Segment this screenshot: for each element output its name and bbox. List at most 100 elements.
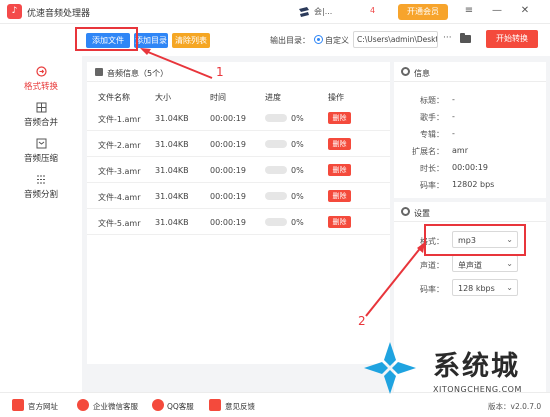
progress-bar (265, 114, 287, 122)
file-time-cell: 00:00:19 (210, 114, 246, 123)
output-path-input[interactable] (353, 31, 438, 48)
audio-merge-icon (36, 102, 47, 113)
info-key-artist: 歌手： (420, 113, 444, 122)
image-icon (95, 68, 103, 76)
info-header: 信息 (394, 62, 546, 82)
table-row[interactable]: 文件-2.amr 31.04KB 00:00:19 0% 删除 (87, 132, 390, 157)
column-header-name: 文件名称 (98, 93, 130, 102)
minimize-icon[interactable]: — (490, 4, 504, 18)
annotation-number-1: 1 (216, 65, 224, 79)
file-list-panel: 音频信息（5个） 文件名称 大小 时间 进度 操作 文件-1.amr 31.04K… (87, 62, 390, 364)
title-bar: ♪ 优速音频处理器 会|... 4 开通会员 ≡ — ✕ (0, 0, 550, 24)
sidebar-item-audio-split[interactable]: 音频分割 (0, 174, 82, 210)
menu-icon[interactable]: ≡ (462, 4, 476, 18)
more-icon[interactable]: ··· (443, 33, 452, 43)
delete-button[interactable]: 删除 (328, 138, 351, 150)
file-time-cell: 00:00:19 (210, 166, 246, 175)
wechat-icon (77, 399, 89, 411)
feedback-icon (209, 399, 221, 411)
sidebar-item-audio-compress[interactable]: 音频压缩 (0, 138, 82, 174)
table-row[interactable]: 文件-3.amr 31.04KB 00:00:19 0% 删除 (87, 158, 390, 183)
file-panel-title: 音频信息（5个） (107, 69, 169, 78)
clear-list-button[interactable]: 清除列表 (172, 33, 210, 48)
sidebar-item-audio-merge[interactable]: 音频合并 (0, 102, 82, 138)
info-panel: 信息 标题： - 歌手： - 专辑： - 扩展名： amr 时长： 00:00:… (394, 62, 546, 198)
level-badge: 4 (370, 6, 375, 15)
progress-percent-cell: 0% (291, 140, 304, 149)
user-name[interactable]: 会|... (314, 6, 332, 17)
channel-label: 声道： (420, 261, 444, 270)
info-value-duration: 00:00:19 (452, 163, 488, 172)
file-name-cell: 文件-5.amr (98, 219, 141, 228)
info-value-bitrate: 12802 bps (452, 180, 495, 189)
file-name-cell: 文件-4.amr (98, 193, 141, 202)
info-key-bitrate: 码率： (420, 181, 444, 190)
info-value-artist: - (452, 112, 455, 121)
progress-percent-cell: 0% (291, 192, 304, 201)
file-name-cell: 文件-3.amr (98, 167, 141, 176)
info-key-title: 标题： (420, 96, 444, 105)
website-icon (12, 399, 24, 411)
info-key-extension: 扩展名： (412, 147, 444, 156)
vip-button[interactable]: 开通会员 (398, 4, 448, 20)
column-header-time: 时间 (210, 93, 226, 102)
progress-bar (265, 140, 287, 148)
sidebar-item-label: 音频压缩 (23, 154, 58, 164)
info-key-album: 专辑： (420, 130, 444, 139)
footer-wechat-link[interactable]: 企业微信客服 (93, 401, 138, 412)
progress-percent-cell: 0% (291, 114, 304, 123)
delete-button[interactable]: 删除 (328, 190, 351, 202)
footer-qq-link[interactable]: QQ客服 (167, 401, 194, 412)
watermark-subtext: XITONGCHENG.COM (433, 385, 522, 394)
sidebar: 格式转换 音频合并 音频压缩 音频分割 (0, 56, 82, 392)
file-time-cell: 00:00:19 (210, 192, 246, 201)
file-size-cell: 31.04KB (155, 192, 189, 201)
output-dir-label: 输出目录： (270, 36, 310, 45)
start-convert-button[interactable]: 开始转换 (486, 30, 538, 48)
watermark-logo-icon (364, 342, 416, 394)
column-header-progress: 进度 (265, 93, 281, 102)
sidebar-item-format-convert[interactable]: 格式转换 (0, 66, 82, 102)
info-title: 信息 (414, 69, 430, 78)
file-name-cell: 文件-2.amr (98, 141, 141, 150)
channel-select[interactable]: 单声道 ⌄ (452, 255, 518, 272)
annotation-box-format (424, 224, 526, 256)
progress-bar (265, 192, 287, 200)
progress-percent-cell: 0% (291, 166, 304, 175)
folder-icon[interactable] (460, 33, 471, 43)
delete-button[interactable]: 删除 (328, 112, 351, 124)
file-size-cell: 31.04KB (155, 218, 189, 227)
close-icon[interactable]: ✕ (518, 4, 532, 18)
add-directory-button[interactable]: 添加目录 (134, 33, 168, 48)
file-time-cell: 00:00:19 (210, 140, 246, 149)
footer-feedback-link[interactable]: 意见反馈 (225, 401, 255, 412)
bitrate-select[interactable]: 128 kbps ⌄ (452, 279, 518, 296)
delete-button[interactable]: 删除 (328, 164, 351, 176)
custom-dir-radio[interactable] (314, 35, 323, 44)
custom-dir-radio-label: 自定义 (325, 36, 349, 45)
sidebar-item-label: 格式转换 (23, 82, 58, 92)
delete-button[interactable]: 删除 (328, 216, 351, 228)
toolbar: 添加文件 添加目录 清除列表 输出目录： 自定义 ··· 开始转换 (74, 24, 550, 56)
settings-title: 设置 (414, 209, 430, 218)
file-size-cell: 31.04KB (155, 114, 189, 123)
footer-website-link[interactable]: 官方网址 (28, 401, 58, 412)
app-logo-icon: ♪ (7, 4, 22, 19)
table-row[interactable]: 文件-5.amr 31.04KB 00:00:19 0% 删除 (87, 210, 390, 235)
table-row[interactable]: 文件-4.amr 31.04KB 00:00:19 0% 删除 (87, 184, 390, 209)
chevron-down-icon: ⌄ (506, 283, 513, 292)
level-value: 4 (370, 6, 376, 15)
file-panel-header: 音频信息（5个） (87, 62, 390, 82)
bitrate-label: 码率： (420, 285, 444, 294)
gear-icon (401, 207, 410, 216)
table-row[interactable]: 文件-1.amr 31.04KB 00:00:19 0% 删除 (87, 106, 390, 131)
version-text: 版本：v2.0.7.0 (488, 402, 542, 411)
file-size-cell: 31.04KB (155, 140, 189, 149)
info-value-album: - (452, 129, 455, 138)
file-time-cell: 00:00:19 (210, 218, 246, 227)
info-key-duration: 时长： (420, 164, 444, 173)
footer: 官方网址 企业微信客服 QQ客服 意见反馈 版本：v2.0.7.0 (0, 392, 550, 417)
audio-compress-icon (36, 138, 47, 149)
progress-bar (265, 166, 287, 174)
watermark-text: 系统城 (433, 351, 520, 382)
